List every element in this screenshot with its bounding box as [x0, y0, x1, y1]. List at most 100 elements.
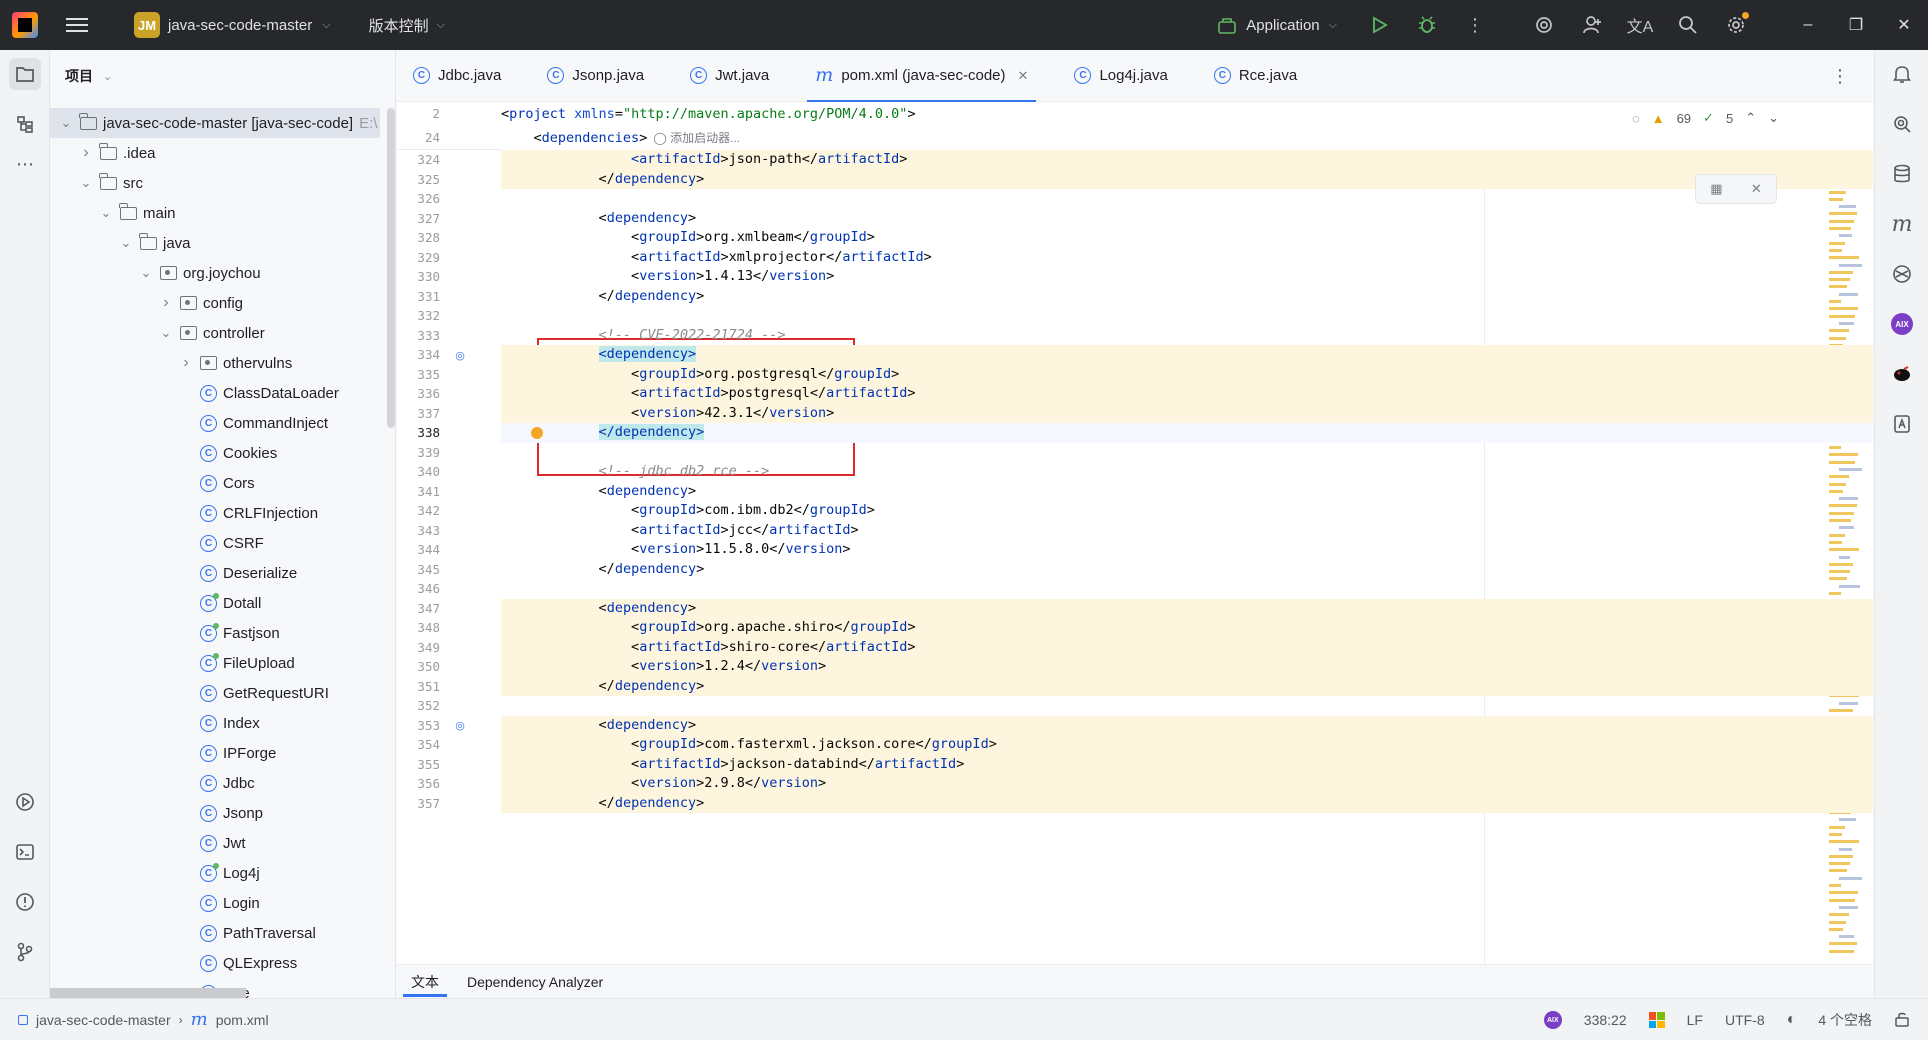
reader-mode-icon[interactable]: ◌: [1632, 111, 1640, 126]
line-number[interactable]: 348: [397, 620, 440, 635]
text-tool-icon[interactable]: [1886, 408, 1918, 440]
line-number[interactable]: 331: [397, 289, 440, 304]
code-line[interactable]: [501, 696, 1873, 716]
line-number[interactable]: 347: [397, 601, 440, 616]
tree-item[interactable]: › .idea: [50, 138, 380, 168]
line-number[interactable]: 353: [397, 718, 440, 733]
line-number[interactable]: 339: [397, 445, 440, 460]
editor-tab[interactable]: C Log4j.java: [1058, 50, 1183, 102]
tree-item[interactable]: ⌄ java: [50, 228, 380, 258]
caret-position[interactable]: 338:22: [1584, 1012, 1627, 1028]
tree-item[interactable]: C Log4j: [50, 858, 380, 888]
previous-problem-icon[interactable]: ⌃: [1745, 110, 1756, 126]
line-number[interactable]: 344: [397, 542, 440, 557]
tree-item[interactable]: C Jdbc: [50, 768, 380, 798]
line-number[interactable]: 333: [397, 328, 440, 343]
run-config-selector[interactable]: Application ⌵: [1217, 15, 1337, 35]
plugin-bird-icon[interactable]: [1886, 358, 1918, 390]
code-line[interactable]: </dependency>: [501, 676, 1873, 696]
lightbulb-icon[interactable]: [531, 427, 543, 439]
tree-item[interactable]: C IPForge: [50, 738, 380, 768]
code-line[interactable]: <artifactId>shiro-core</artifactId>: [501, 637, 1873, 657]
translate-icon[interactable]: 文A: [1625, 10, 1655, 40]
search-icon[interactable]: [1673, 10, 1703, 40]
line-number[interactable]: 335: [397, 367, 440, 382]
line-number[interactable]: 342: [397, 503, 440, 518]
project-scrollbar[interactable]: [387, 108, 395, 428]
code-line[interactable]: <dependency>: [501, 482, 1873, 502]
tree-item[interactable]: C Index: [50, 708, 380, 738]
maven-dependency-gutter-icon[interactable]: ◎: [453, 348, 467, 362]
line-number[interactable]: 352: [397, 698, 440, 713]
close-window-button[interactable]: ✕: [1880, 0, 1928, 50]
code-line[interactable]: <version>2.9.8</version>: [501, 774, 1873, 794]
tree-item[interactable]: C ClassDataLoader: [50, 378, 380, 408]
chevron-down-icon[interactable]: ⌄: [78, 175, 94, 191]
tree-item[interactable]: › config: [50, 288, 380, 318]
code-line[interactable]: <dependency>: [501, 715, 1873, 735]
more-tools-icon[interactable]: ⋯: [9, 148, 41, 180]
tree-item[interactable]: C Cookies: [50, 438, 380, 468]
tabs-more-icon[interactable]: ⋮: [1831, 66, 1849, 87]
code-line[interactable]: [501, 579, 1873, 599]
code-line[interactable]: <groupId>org.xmlbeam</groupId>: [501, 228, 1873, 248]
breadcrumb-file[interactable]: pom.xml: [216, 1012, 269, 1028]
code-line[interactable]: </dependency>: [501, 793, 1873, 813]
code-line[interactable]: <artifactId>postgresql</artifactId>: [501, 384, 1873, 404]
line-number[interactable]: 340: [397, 464, 440, 479]
chevron-right-icon[interactable]: ›: [178, 354, 194, 372]
project-switcher[interactable]: JM java-sec-code-master ⌵: [126, 7, 339, 43]
project-horizontal-scrollbar[interactable]: [50, 988, 246, 998]
code-line[interactable]: </dependency>: [501, 560, 1873, 580]
line-number[interactable]: 350: [397, 659, 440, 674]
next-problem-icon[interactable]: ⌄: [1768, 110, 1779, 126]
aix-plugin-icon[interactable]: AIX: [1886, 308, 1918, 340]
line-number[interactable]: 341: [397, 484, 440, 499]
code-line[interactable]: </dependency>: [501, 423, 1873, 443]
code-line[interactable]: <version>1.4.13</version>: [501, 267, 1873, 287]
chevron-down-icon[interactable]: ⌄: [98, 205, 114, 221]
add-user-icon[interactable]: [1577, 10, 1607, 40]
tree-item[interactable]: C Deserialize: [50, 558, 380, 588]
line-number[interactable]: 343: [397, 523, 440, 538]
code-line[interactable]: <!-- CVE-2022-21724 -->: [501, 326, 1873, 346]
chevron-down-icon[interactable]: ⌄: [58, 115, 74, 131]
line-number[interactable]: 328: [397, 230, 440, 245]
maven-icon[interactable]: m: [1886, 208, 1918, 240]
line-number[interactable]: 327: [397, 211, 440, 226]
code-line[interactable]: <version>42.3.1</version>: [501, 403, 1873, 423]
line-number[interactable]: 338: [397, 425, 440, 440]
code-line[interactable]: [501, 306, 1873, 326]
problems-icon[interactable]: [9, 886, 41, 918]
code-line[interactable]: [501, 189, 1873, 209]
breadcrumb-project[interactable]: java-sec-code-master: [36, 1012, 171, 1028]
code-line[interactable]: <groupId>com.ibm.db2</groupId>: [501, 501, 1873, 521]
editorconfig-icon[interactable]: ◐: [1787, 1011, 1797, 1029]
line-number[interactable]: 349: [397, 640, 440, 655]
aix-status-icon[interactable]: AIX: [1543, 1011, 1562, 1029]
services-icon[interactable]: [9, 786, 41, 818]
inspection-widget[interactable]: ◌ ▲ 69 ✓ 5 ⌃ ⌄: [1632, 110, 1779, 126]
code-line[interactable]: </dependency>: [501, 287, 1873, 307]
ai-chat-icon[interactable]: [1886, 108, 1918, 140]
maven-dependency-gutter-icon[interactable]: ◎: [453, 719, 467, 733]
tree-item[interactable]: C Cors: [50, 468, 380, 498]
line-number[interactable]: 329: [397, 250, 440, 265]
code-line[interactable]: <artifactId>json-path</artifactId>: [501, 150, 1873, 170]
file-encoding[interactable]: UTF-8: [1725, 1012, 1765, 1028]
minimize-button[interactable]: –: [1784, 0, 1832, 50]
tree-item[interactable]: C PathTraversal: [50, 918, 380, 948]
line-number[interactable]: 325: [397, 172, 440, 187]
code-line[interactable]: </dependency>: [501, 169, 1873, 189]
code-line[interactable]: <dependency>: [501, 598, 1873, 618]
debug-icon[interactable]: [1412, 10, 1442, 40]
line-number[interactable]: 356: [397, 776, 440, 791]
vcs-widget[interactable]: 版本控制 ⌵: [369, 15, 445, 36]
line-number[interactable]: 345: [397, 562, 440, 577]
indent-setting[interactable]: 4 个空格: [1818, 1010, 1872, 1030]
code-line[interactable]: <!-- jdbc db2 rce -->: [501, 462, 1873, 482]
line-number[interactable]: 346: [397, 581, 440, 596]
chevron-down-icon[interactable]: ⌄: [138, 265, 154, 281]
code-editor[interactable]: 2 <project xmlns="http://maven.apache.or…: [397, 102, 1873, 964]
line-separator[interactable]: LF: [1687, 1012, 1703, 1028]
